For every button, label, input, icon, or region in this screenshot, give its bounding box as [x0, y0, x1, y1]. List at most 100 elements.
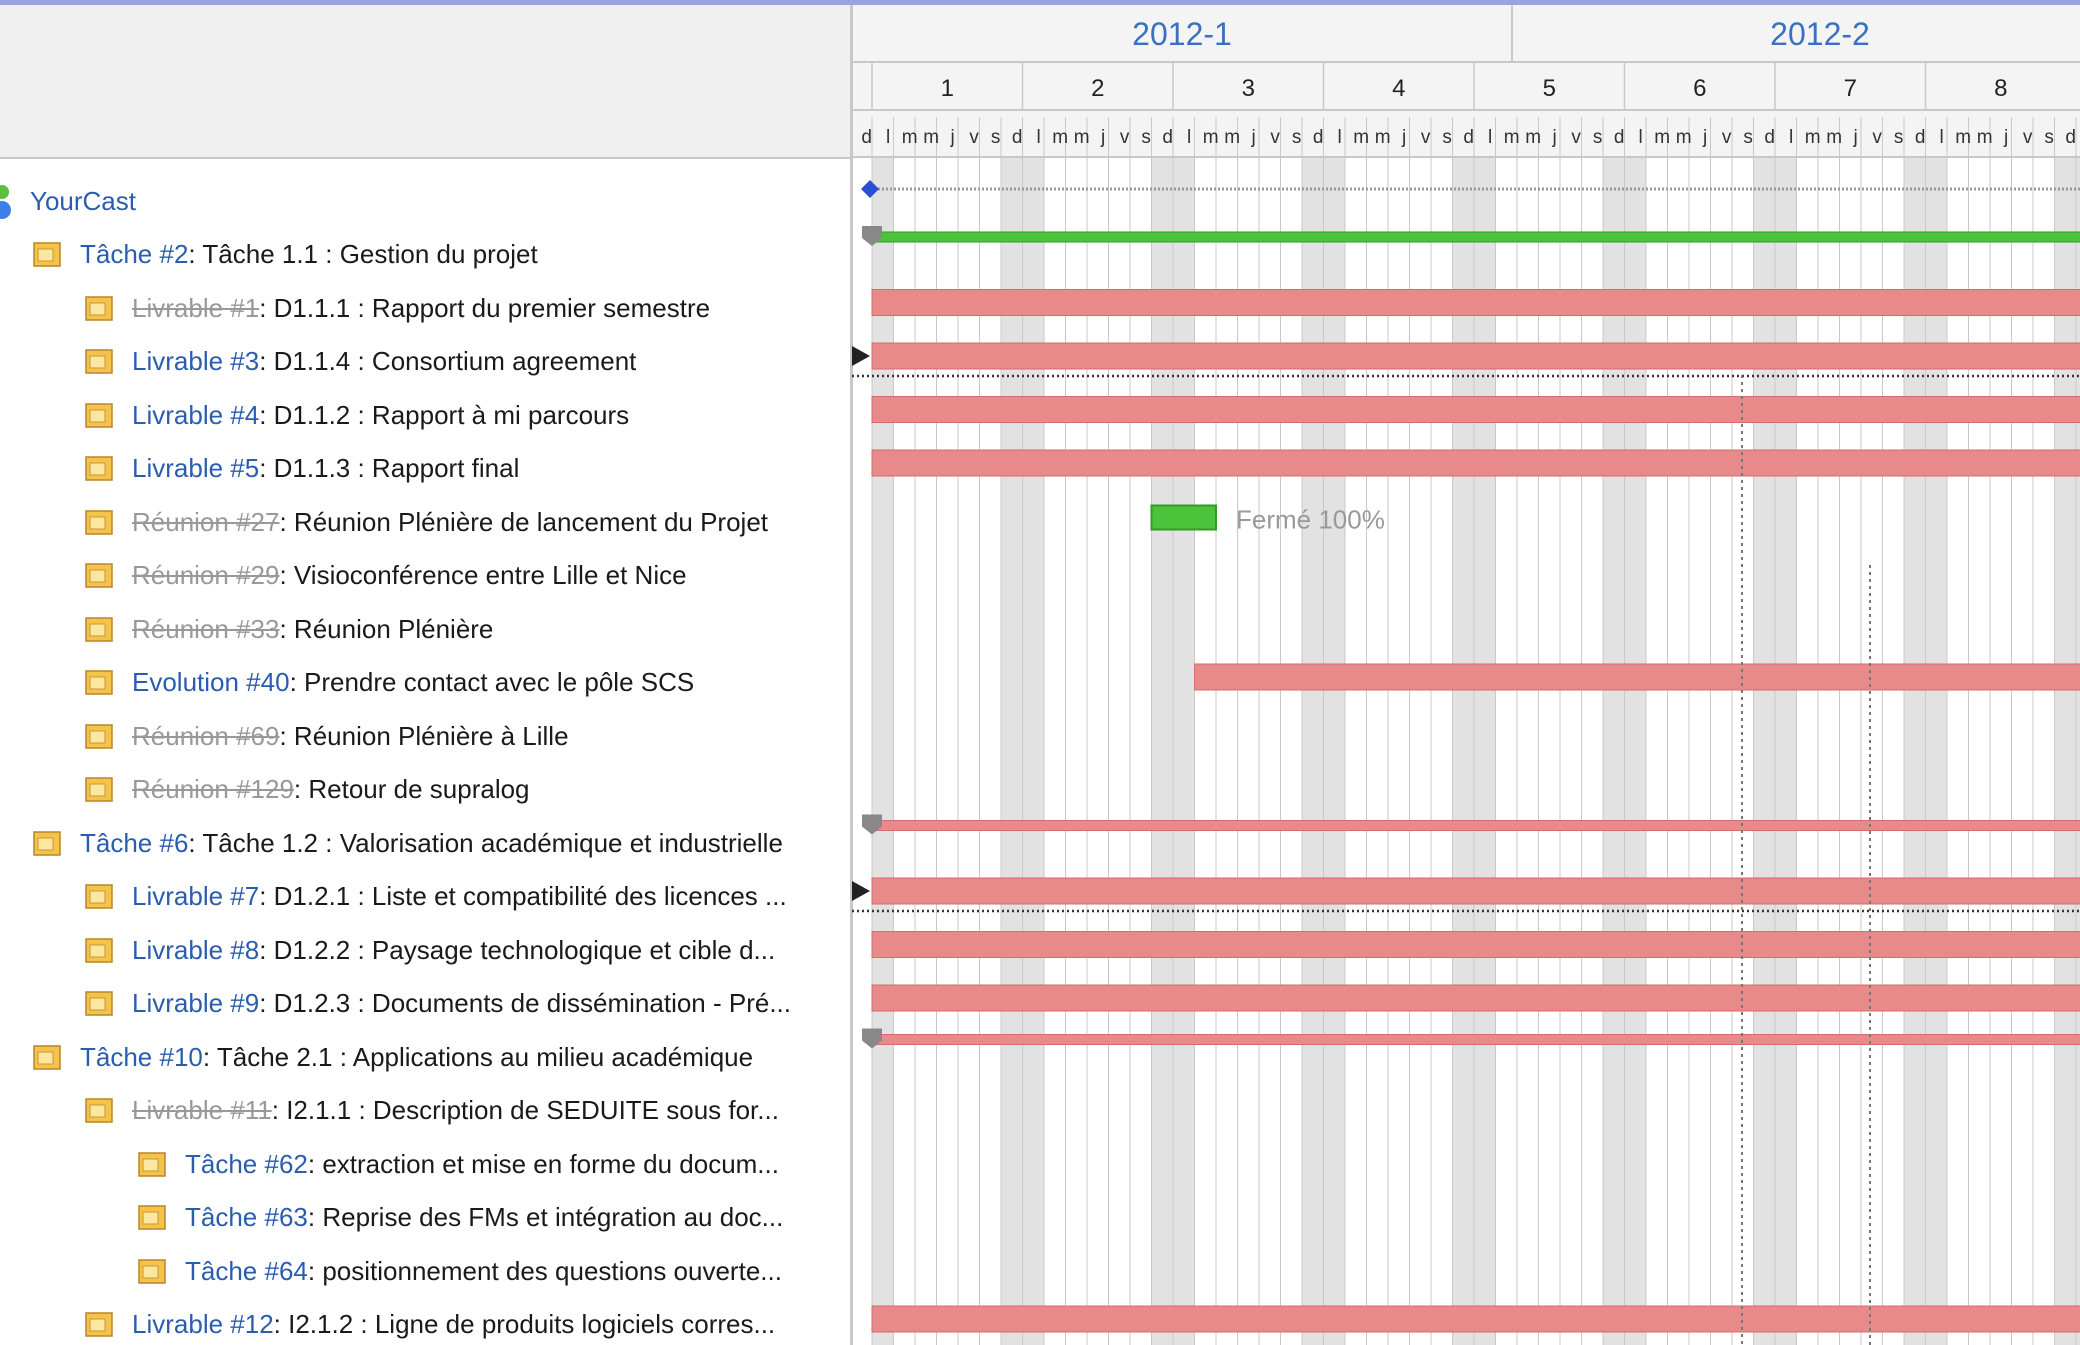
- issue-folder-icon: [33, 242, 61, 267]
- issue-ref-link[interactable]: Tâche #62: [185, 1149, 308, 1179]
- gantt-parent-bar: [871, 231, 2080, 243]
- tree-row-issue[interactable]: Livrable #8: D1.2.2 : Paysage technologi…: [0, 924, 850, 977]
- issue-ref-link[interactable]: Livrable #12: [132, 1309, 274, 1339]
- issue-folder-icon: [85, 938, 113, 963]
- day-letter: m: [1826, 127, 1842, 148]
- day-letter: d: [1614, 127, 1625, 148]
- tree-row-issue[interactable]: Réunion #27: Réunion Plénière de lanceme…: [0, 496, 850, 549]
- weekend-column: [1022, 157, 1044, 1345]
- tree-row-issue[interactable]: Tâche #6: Tâche 1.2 : Valorisation acadé…: [0, 817, 850, 870]
- issue-label: Evolution #40: Prendre contact avec le p…: [132, 667, 695, 697]
- day-letter: j: [1401, 127, 1406, 148]
- week-label: 1: [941, 75, 954, 102]
- weekend-column: [1151, 157, 1173, 1345]
- tree-row-issue[interactable]: Livrable #5: D1.1.3 : Rapport final: [0, 442, 850, 495]
- issue-label: Livrable #1: D1.1.1 : Rapport du premier…: [132, 293, 711, 323]
- day-letter: m: [1676, 127, 1692, 148]
- issue-ref-link[interactable]: Tâche #6: [80, 828, 188, 858]
- issue-title: Visioconférence entre Lille et Nice: [293, 560, 687, 590]
- day-letter: l: [1940, 127, 1944, 148]
- tree-row-issue[interactable]: Livrable #12: I2.1.2 : Ligne de produits…: [0, 1298, 850, 1345]
- tree-row-issue[interactable]: Réunion #33: Réunion Plénière: [0, 603, 850, 656]
- weekend-column: [1603, 157, 1625, 1345]
- issue-title: extraction et mise en forme du docum...: [322, 1149, 779, 1179]
- day-letter: j: [1251, 127, 1256, 148]
- issue-ref-link[interactable]: Livrable #9: [132, 988, 259, 1018]
- issue-folder-icon: [85, 403, 113, 428]
- issue-ref-link[interactable]: Réunion #69: [132, 721, 279, 751]
- day-letter: d: [1012, 127, 1023, 148]
- tree-row-issue[interactable]: Livrable #1: D1.1.1 : Rapport du premier…: [0, 282, 850, 335]
- issue-ref-link[interactable]: Evolution #40: [132, 667, 290, 697]
- tree-row-issue[interactable]: Livrable #7: D1.2.1 : Liste et compatibi…: [0, 870, 850, 923]
- day-letter: s: [1894, 127, 1904, 148]
- issue-ref-link[interactable]: Tâche #10: [80, 1042, 203, 1072]
- issue-ref-link[interactable]: Livrable #5: [132, 453, 259, 483]
- day-letter: m: [1375, 127, 1391, 148]
- tree-row-issue[interactable]: Tâche #2: Tâche 1.1 : Gestion du projet: [0, 228, 850, 281]
- day-letter: m: [1504, 127, 1520, 148]
- subjects-header: [0, 5, 850, 159]
- day-letter: d: [1764, 127, 1775, 148]
- issue-title: D1.1.2 : Rapport à mi parcours: [273, 400, 630, 430]
- issue-ref-link[interactable]: Réunion #33: [132, 614, 279, 644]
- issue-label: Livrable #12: I2.1.2 : Ligne de produits…: [132, 1309, 776, 1339]
- tree-row-issue[interactable]: Evolution #40: Prendre contact avec le p…: [0, 656, 850, 709]
- issue-folder-icon: [33, 1045, 61, 1070]
- issue-ref-link[interactable]: Livrable #3: [132, 346, 259, 376]
- tree-row-project[interactable]: YourCast: [0, 175, 850, 228]
- issue-title: Tâche 2.1 : Applications au milieu acadé…: [216, 1042, 754, 1072]
- issue-title: D1.2.3 : Documents de dissémination - Pr…: [273, 988, 792, 1018]
- weekend-column: [1775, 157, 1797, 1345]
- issue-ref-link[interactable]: Réunion #27: [132, 507, 279, 537]
- tree-row-issue[interactable]: Tâche #63: Reprise des FMs et intégratio…: [0, 1191, 850, 1244]
- day-letter: v: [1571, 127, 1581, 148]
- tree-row-issue[interactable]: Réunion #129: Retour de supralog: [0, 763, 850, 816]
- tree-row-issue[interactable]: Livrable #4: D1.1.2 : Rapport à mi parco…: [0, 389, 850, 442]
- issue-ref-link[interactable]: Tâche #64: [185, 1256, 308, 1286]
- issue-folder-icon: [85, 349, 113, 374]
- tree-row-issue[interactable]: Réunion #29: Visioconférence entre Lille…: [0, 549, 850, 602]
- issue-folder-icon: [85, 563, 113, 588]
- version-arrow-icon: [852, 346, 870, 366]
- issue-folder-icon: [85, 777, 113, 802]
- weekend-column: [1904, 157, 1926, 1345]
- issue-label: Réunion #129: Retour de supralog: [132, 774, 530, 804]
- issue-folder-icon: [85, 724, 113, 749]
- issue-ref-link[interactable]: Réunion #129: [132, 774, 294, 804]
- gantt-bar: [871, 289, 2080, 316]
- gantt-parent-bar: [871, 820, 2080, 831]
- issue-label: Tâche #10: Tâche 2.1 : Applications au m…: [80, 1042, 754, 1072]
- project-name-link[interactable]: YourCast: [30, 175, 136, 228]
- issue-title: positionnement des questions ouverte...: [322, 1256, 782, 1286]
- gantt-bar: [871, 449, 2080, 477]
- gantt-subjects-panel: YourCast Tâche #2: Tâche 1.1 : Gestion d…: [0, 5, 852, 1345]
- day-letter: l: [1187, 127, 1191, 148]
- issue-label: Tâche #2: Tâche 1.1 : Gestion du projet: [80, 239, 538, 269]
- tree-row-issue[interactable]: Tâche #10: Tâche 2.1 : Applications au m…: [0, 1031, 850, 1084]
- issue-ref-link[interactable]: Livrable #7: [132, 881, 259, 911]
- week-label: 6: [1693, 75, 1706, 102]
- tree-row-issue[interactable]: Livrable #3: D1.1.4 : Consortium agreeme…: [0, 335, 850, 388]
- issue-ref-link[interactable]: Tâche #2: [80, 239, 188, 269]
- day-letter: j: [1702, 127, 1707, 148]
- issue-ref-link[interactable]: Livrable #8: [132, 935, 259, 965]
- week-label: 8: [1994, 75, 2007, 102]
- week-label: 4: [1392, 75, 1405, 102]
- gantt-bar: [1194, 663, 2080, 691]
- tree-row-issue[interactable]: Livrable #11: I2.1.1 : Description de SE…: [0, 1084, 850, 1137]
- project-people-icon: [0, 185, 11, 219]
- issue-ref-link[interactable]: Livrable #11: [132, 1095, 272, 1125]
- tree-row-issue[interactable]: Tâche #64: positionnement des questions …: [0, 1245, 850, 1298]
- issue-ref-link[interactable]: Livrable #1: [132, 293, 259, 323]
- day-letter: v: [1120, 127, 1130, 148]
- issue-folder-icon: [85, 1098, 113, 1123]
- tree-row-issue[interactable]: Réunion #69: Réunion Plénière à Lille: [0, 710, 850, 763]
- issue-ref-link[interactable]: Tâche #63: [185, 1202, 308, 1232]
- issue-folder-icon: [85, 884, 113, 909]
- tree-row-issue[interactable]: Tâche #62: extraction et mise en forme d…: [0, 1138, 850, 1191]
- issue-ref-link[interactable]: Réunion #29: [132, 560, 279, 590]
- issue-label: Réunion #29: Visioconférence entre Lille…: [132, 560, 687, 590]
- issue-ref-link[interactable]: Livrable #4: [132, 400, 259, 430]
- tree-row-issue[interactable]: Livrable #9: D1.2.3 : Documents de dissé…: [0, 977, 850, 1030]
